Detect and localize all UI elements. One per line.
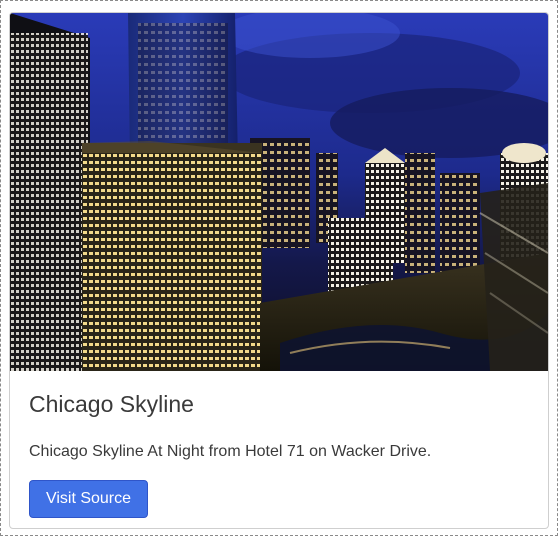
visit-source-button[interactable]: Visit Source — [29, 480, 148, 518]
card: Chicago Skyline Chicago Skyline At Night… — [9, 12, 549, 529]
card-title: Chicago Skyline — [29, 391, 194, 417]
card-image — [10, 13, 548, 371]
page-frame: Chicago Skyline Chicago Skyline At Night… — [0, 0, 558, 536]
card-description: Chicago Skyline At Night from Hotel 71 o… — [29, 443, 432, 460]
